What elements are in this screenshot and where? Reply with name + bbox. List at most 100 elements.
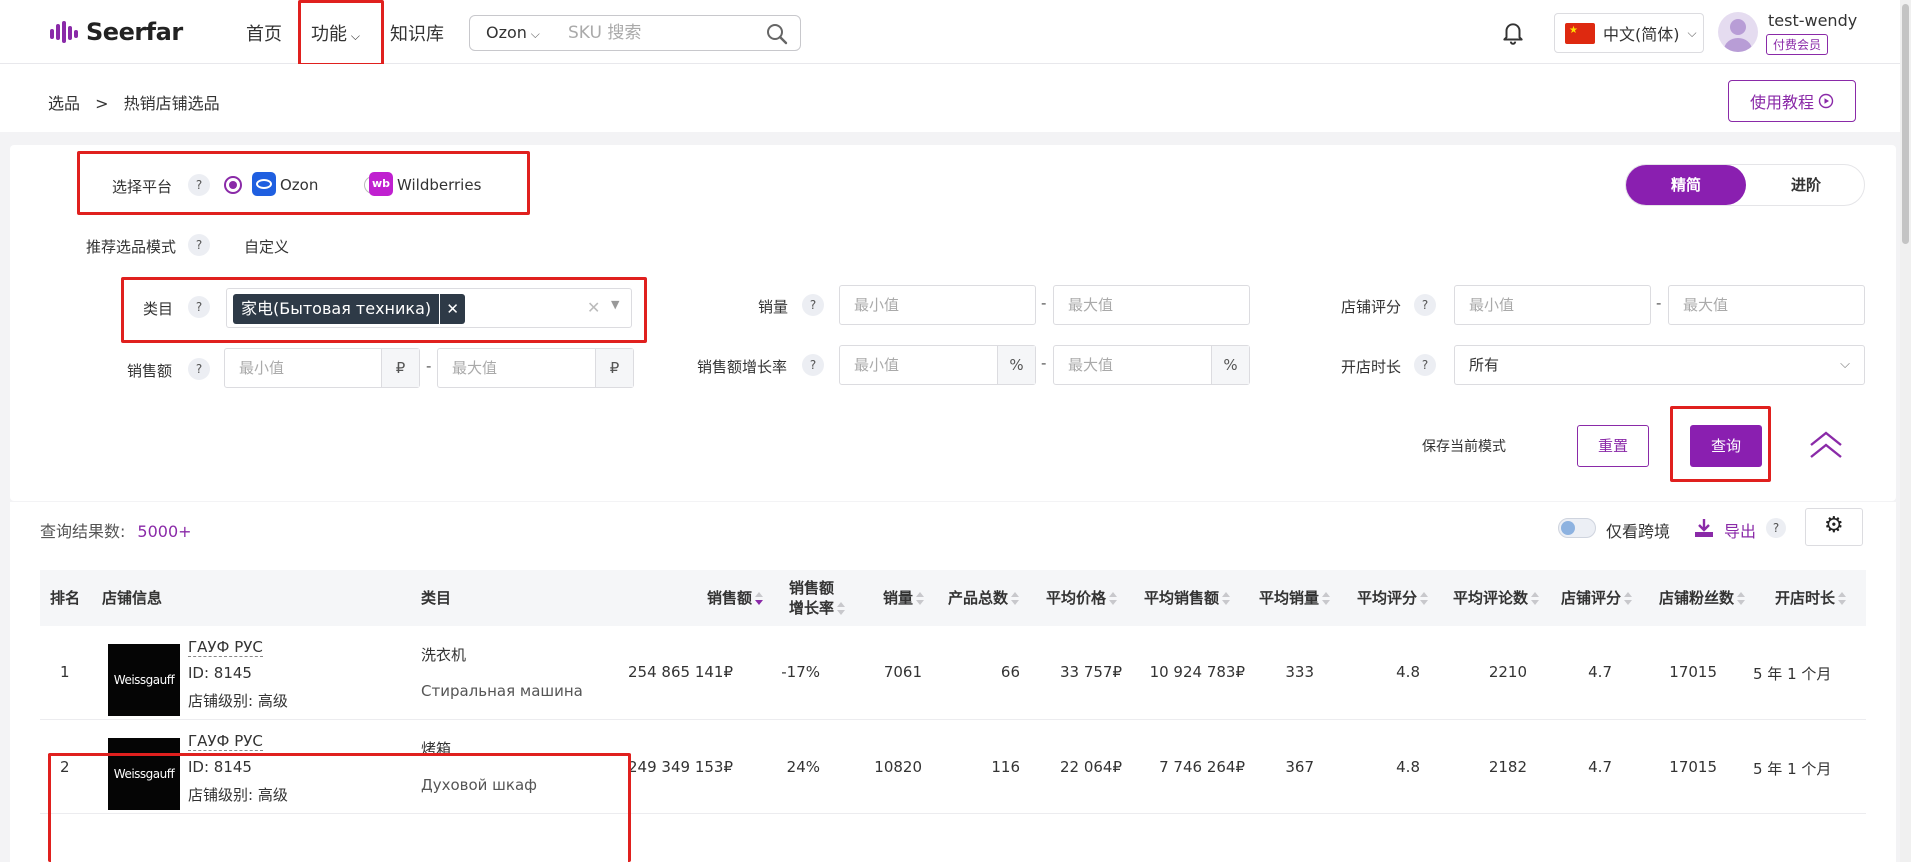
category-ru: Стиральная машина xyxy=(421,682,583,700)
category-select[interactable]: 家电(Бытовая техника) ✕ ✕ ▼ xyxy=(226,288,632,328)
cross-border-label: 仅看跨境 xyxy=(1606,522,1671,541)
username: test-wendy xyxy=(1768,11,1858,30)
china-flag-icon xyxy=(1565,22,1595,44)
language-select[interactable]: 中文(简体) ⌵ xyxy=(1554,13,1704,53)
range-dash: - xyxy=(1656,294,1662,312)
cell-store-rating: 4.7 xyxy=(1588,758,1612,776)
settings-button[interactable]: ⚙ xyxy=(1805,508,1863,546)
help-icon[interactable]: ? xyxy=(188,358,210,380)
help-icon[interactable]: ? xyxy=(188,174,210,196)
sales-amount-max-input[interactable]: 最大值 ₽ xyxy=(437,348,634,388)
store-rating-min-input[interactable]: 最小值 xyxy=(1454,285,1651,325)
placeholder: 最大值 xyxy=(452,359,498,377)
store-name-link[interactable]: ГАУФ РУС xyxy=(188,732,263,751)
help-icon[interactable]: ? xyxy=(188,296,210,318)
col-followers-label: 店铺粉丝数 xyxy=(1659,589,1735,607)
nav-home[interactable]: 首页 xyxy=(246,20,282,46)
growth-min-input[interactable]: 最小值% xyxy=(839,345,1036,385)
col-avg-reviews[interactable]: 平均评论数 xyxy=(1453,588,1540,608)
help-icon[interactable]: ? xyxy=(802,294,824,316)
col-avg-sales-amount-label: 平均销售额 xyxy=(1144,589,1220,607)
col-followers[interactable]: 店铺粉丝数 xyxy=(1659,588,1746,608)
sort-icon xyxy=(1011,591,1020,606)
clear-icon[interactable]: ✕ xyxy=(587,298,600,317)
breadcrumb: 选品 > 热销店铺选品 xyxy=(48,90,220,114)
wildberries-logo-icon: wb xyxy=(369,172,393,196)
store-name-link[interactable]: ГАУФ РУС xyxy=(188,638,263,657)
store-age-label: 开店时长 xyxy=(1341,358,1402,376)
mode-custom-link[interactable]: 自定义 xyxy=(244,236,289,257)
radio-ozon[interactable] xyxy=(224,176,242,194)
col-growth-line1: 销售额 xyxy=(789,579,835,597)
percent-suffix: % xyxy=(1211,346,1249,384)
query-button[interactable]: 查询 xyxy=(1690,425,1762,467)
col-sales-amount[interactable]: 销售额 xyxy=(707,588,764,608)
col-avg-sales-amount[interactable]: 平均销售额 xyxy=(1144,588,1231,608)
sales-qty-max-input[interactable]: 最大值 xyxy=(1053,285,1250,325)
result-count-label: 查询结果数: xyxy=(40,522,126,541)
col-store-rating[interactable]: 店铺评分 xyxy=(1561,588,1633,608)
col-avg-sales-qty[interactable]: 平均销量 xyxy=(1259,588,1331,608)
placeholder: 最大值 xyxy=(1068,356,1114,374)
store-logo[interactable]: Weissgauff xyxy=(108,644,180,716)
store-rating-max-input[interactable]: 最大值 xyxy=(1668,285,1865,325)
store-age-select[interactable]: 所有 ⌵ xyxy=(1454,345,1865,385)
sort-icon xyxy=(1222,591,1231,606)
breadcrumb-current: 热销店铺选品 xyxy=(123,94,220,113)
table-header: 排名 店铺信息 类目 销售额 销售额 增长率 销量 产品总数 平均价格 平均销售额… xyxy=(40,570,1866,626)
currency-suffix: ₽ xyxy=(595,349,633,387)
tutorial-button[interactable]: 使用教程 xyxy=(1728,80,1856,122)
top-bar: Seerfar 首页 功能 ⌵ 知识库 Ozon ⌵ 中文(简体) ⌵ test… xyxy=(0,0,1911,66)
nav-knowledge[interactable]: 知识库 xyxy=(390,20,444,46)
sales-amount-min-input[interactable]: 最小值 ₽ xyxy=(224,348,420,388)
col-avg-reviews-label: 平均评论数 xyxy=(1453,589,1529,607)
category-ru: Духовой шкаф xyxy=(421,776,537,794)
col-avg-price[interactable]: 平均价格 xyxy=(1046,588,1118,608)
platform-ozon-label: Ozon xyxy=(280,176,319,194)
collapse-up-icon[interactable] xyxy=(1808,430,1844,460)
logo[interactable]: Seerfar xyxy=(50,16,183,48)
search-icon[interactable] xyxy=(766,23,788,45)
help-icon[interactable]: ? xyxy=(1414,294,1436,316)
page-scrollbar[interactable] xyxy=(1900,0,1911,862)
table-row[interactable]: 2 Weissgauff ГАУФ РУС ID: 8145 店铺级别: 高级 … xyxy=(40,720,1866,814)
close-icon[interactable]: ✕ xyxy=(439,294,465,324)
help-icon[interactable]: ? xyxy=(188,234,210,256)
sort-desc-icon xyxy=(755,591,764,606)
help-icon[interactable]: ? xyxy=(1766,518,1786,538)
export-button[interactable]: 导出 xyxy=(1724,518,1756,542)
reset-button[interactable]: 重置 xyxy=(1577,425,1649,467)
col-avg-sales-qty-label: 平均销量 xyxy=(1259,589,1320,607)
cell-sales-amount: 254 865 141₽ xyxy=(628,663,733,681)
col-sales-qty[interactable]: 销量 xyxy=(883,588,925,608)
col-avg-rating[interactable]: 平均评分 xyxy=(1357,588,1429,608)
growth-max-input[interactable]: 最大值% xyxy=(1053,345,1250,385)
bell-icon[interactable] xyxy=(1500,20,1526,46)
breadcrumb-root[interactable]: 选品 xyxy=(48,94,80,113)
col-rank: 排名 xyxy=(50,589,81,607)
results-panel: 查询结果数: 5000+ 仅看跨境 导出 ? ⚙ 排名 店铺信息 类目 销售额 销… xyxy=(10,502,1896,862)
store-id: ID: 8145 xyxy=(188,758,252,776)
col-products[interactable]: 产品总数 xyxy=(948,588,1020,608)
col-store-age[interactable]: 开店时长 xyxy=(1775,588,1847,608)
search-input[interactable] xyxy=(568,23,748,43)
help-icon[interactable]: ? xyxy=(802,354,824,376)
nav-features-label: 功能 xyxy=(311,24,347,45)
table-row[interactable]: 1 Weissgauff ГАУФ РУС ID: 8145 店铺级别: 高级 … xyxy=(40,626,1866,720)
tab-advanced[interactable]: 进阶 xyxy=(1746,165,1866,205)
col-growth[interactable]: 销售额 增长率 xyxy=(789,578,846,618)
language-label: 中文(简体) xyxy=(1603,25,1680,44)
help-icon[interactable]: ? xyxy=(1414,354,1436,376)
category-tag: 家电(Бытовая техника) ✕ xyxy=(233,294,466,324)
avatar[interactable] xyxy=(1718,12,1758,52)
tab-simple[interactable]: 精简 xyxy=(1626,165,1746,205)
download-icon[interactable] xyxy=(1693,517,1715,539)
save-mode-link[interactable]: 保存当前模式 xyxy=(1422,436,1506,456)
search-platform-select[interactable]: Ozon ⌵ xyxy=(486,23,540,42)
store-logo[interactable]: Weissgauff xyxy=(108,738,180,810)
placeholder: 最小值 xyxy=(854,356,900,374)
cross-border-toggle[interactable] xyxy=(1558,518,1596,538)
nav-features[interactable]: 功能 ⌵ xyxy=(311,20,360,46)
cell-store-age: 5 年 1 个月 xyxy=(1753,665,1832,683)
sales-qty-min-input[interactable]: 最小值 xyxy=(839,285,1036,325)
